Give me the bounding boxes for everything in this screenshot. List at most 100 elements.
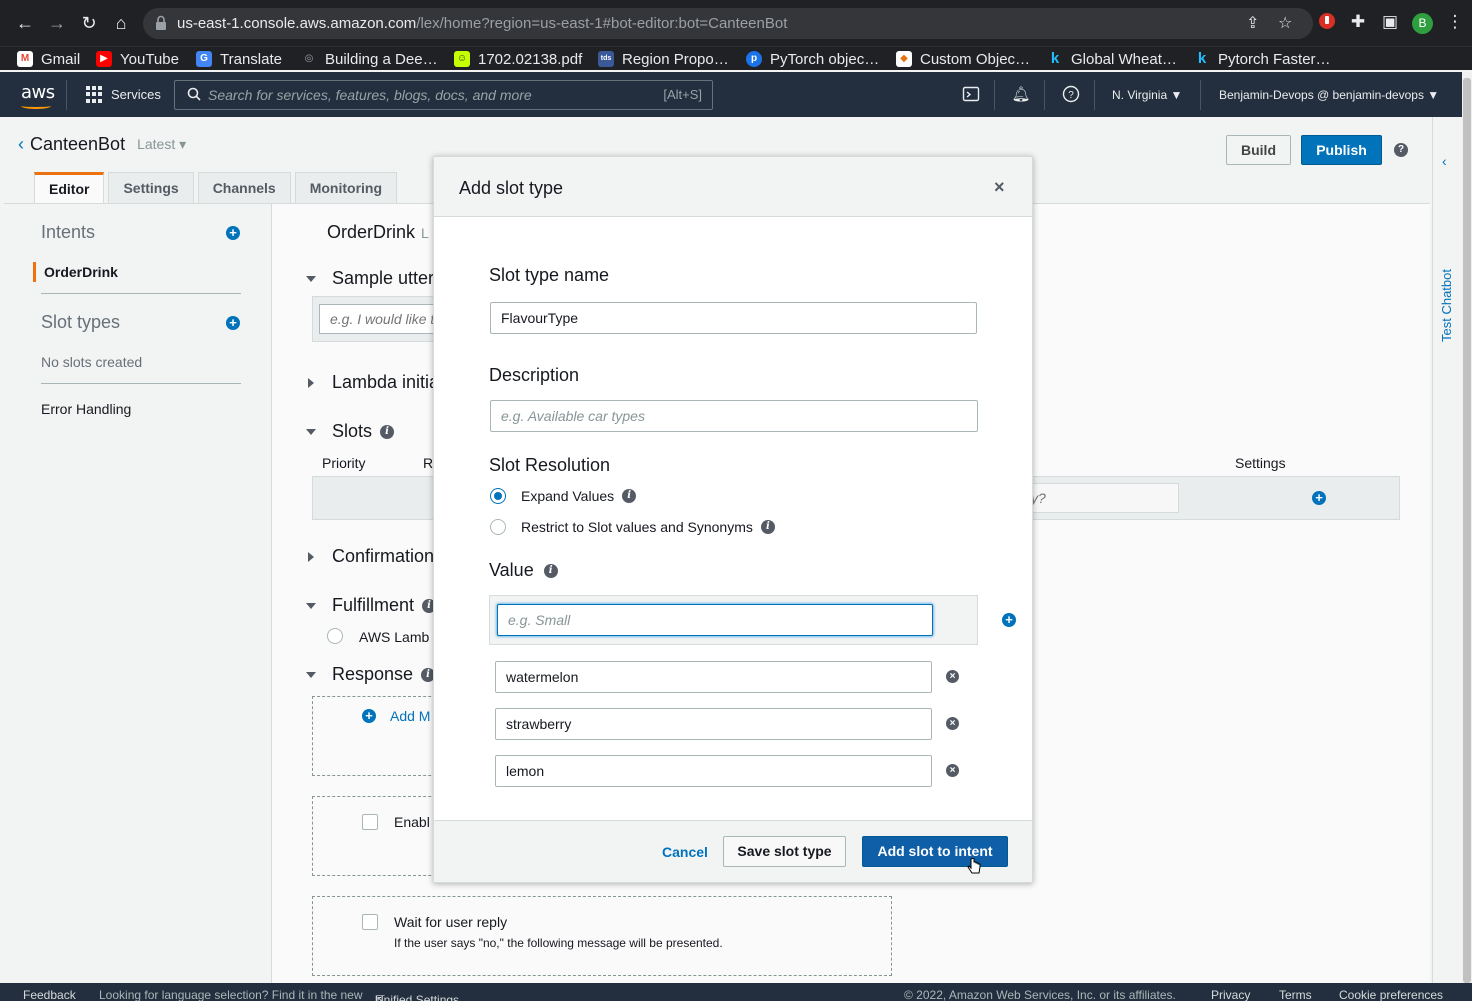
lock-icon [156,15,166,30]
home-icon[interactable]: ⌂ [109,11,133,35]
description-input[interactable] [490,400,978,432]
value-row[interactable]: lemon [495,755,932,787]
add-value-button[interactable]: + [1002,613,1016,627]
test-chatbot-label[interactable]: Test Chatbot [1439,262,1455,342]
url-text: us-east-1.console.aws.amazon.com/lex/hom… [177,15,787,32]
bookmark-pdf[interactable]: ☺ 1702.02138.pdf [454,49,582,69]
chevron-left-icon[interactable]: ‹ [1442,153,1447,169]
wait-reply-note: If the user says "no," the following mes… [394,936,723,950]
tab-settings[interactable]: Settings [108,172,194,204]
aws-lambda-radio[interactable] [327,628,343,644]
section-fulfillment[interactable]: Fulfillment i [306,595,437,616]
sidebar-item-error-handling[interactable]: Error Handling [41,401,131,417]
aws-logo[interactable]: aws [21,82,55,109]
account-label: Benjamin-Devops @ benjamin-devops [1219,88,1424,102]
add-message-link[interactable]: + Add M [362,708,430,724]
bookmark-building[interactable]: ◎ Building a Dee… [301,49,438,69]
value-row[interactable]: strawberry [495,708,932,740]
back-chevron-icon[interactable]: ‹ [18,134,24,155]
remove-value-icon[interactable]: × [946,717,959,730]
add-slot-type-icon[interactable]: + [226,316,240,330]
url-host: us-east-1.console.aws.amazon.com [177,15,417,32]
console-search[interactable]: [Alt+S] [174,80,713,110]
bookmark-faster[interactable]: k Pytorch Faster… [1194,49,1331,69]
caret-down-icon: ▼ [1427,88,1440,102]
bookmark-star-icon[interactable]: ☆ [1278,13,1292,33]
remove-value-icon[interactable]: × [946,670,959,683]
section-slots[interactable]: Slots i [306,421,395,442]
description-label: Description [489,365,580,385]
privacy-link[interactable]: Privacy [1211,988,1250,1001]
cancel-button[interactable]: Cancel [662,844,708,860]
cloudshell-icon[interactable] [961,85,981,105]
browser-menu-icon[interactable]: ⋮ [1445,12,1465,34]
extensions-puzzle-icon[interactable]: ✚ [1348,12,1368,34]
add-slot-icon[interactable]: + [1312,491,1326,505]
forward-icon[interactable]: → [45,11,69,35]
bell-icon[interactable]: 🔔︎ [1011,85,1031,105]
share-icon[interactable]: ⇪ [1246,13,1259,33]
version-select[interactable]: Latest ▾ [137,136,186,153]
search-input[interactable] [208,85,638,105]
test-chatbot-rail[interactable]: ‹ Test Chatbot [1432,117,1462,983]
enable-checkbox[interactable] [362,814,378,830]
expand-values-radio[interactable] [490,488,506,504]
build-button[interactable]: Build [1226,135,1291,165]
remove-value-icon[interactable]: × [946,764,959,777]
section-lambda[interactable]: Lambda initia [306,372,439,393]
reload-icon[interactable]: ↻ [77,11,101,35]
help-icon[interactable]: ? [1061,85,1081,105]
tab-channels[interactable]: Channels [197,172,291,204]
restrict-values-option[interactable]: Restrict to Slot values and Synonyms i [521,519,775,535]
tab-editor[interactable]: Editor [34,172,105,204]
slot-type-name-input[interactable] [490,302,977,334]
bookmark-region[interactable]: tds Region Propo… [598,49,729,69]
bookmark-translate[interactable]: G Translate [196,49,282,69]
add-intent-icon[interactable]: + [226,226,240,240]
info-icon[interactable]: i [622,489,637,503]
save-slot-type-button[interactable]: Save slot type [723,836,846,867]
info-icon[interactable]: i [760,520,775,534]
bookmark-gmail[interactable]: M Gmail [17,49,80,69]
feedback-link[interactable]: Feedback [23,988,76,1001]
cookie-preferences-link[interactable]: Cookie preferences [1339,988,1443,1001]
services-menu[interactable]: Services [86,86,161,103]
value-row[interactable]: watermelon [495,661,932,693]
section-sample-utterances[interactable]: Sample utter [306,268,434,289]
back-icon[interactable]: ← [13,11,37,35]
side-panel-icon[interactable]: ▣ [1380,12,1400,34]
caret-right-icon [308,377,314,388]
bookmark-custom[interactable]: ◆ Custom Objec… [896,49,1030,69]
caret-down-icon [306,671,316,678]
new-value-input[interactable] [497,604,933,636]
tds-icon: tds [598,51,614,67]
question-icon[interactable]: ? [1394,143,1408,157]
bookmark-label: PyTorch objec… [770,50,880,68]
close-icon[interactable]: × [994,177,1005,198]
bookmark-wheat[interactable]: k Global Wheat… [1047,49,1177,69]
info-icon[interactable]: i [543,563,558,578]
section-response[interactable]: Response i [306,664,436,685]
restrict-values-radio[interactable] [490,519,506,535]
info-icon[interactable]: i [380,424,395,439]
page-scrollbar[interactable] [1462,72,1472,983]
caret-right-icon [308,551,314,562]
profile-avatar[interactable]: B [1412,13,1433,34]
section-confirmation[interactable]: Confirmation [306,546,434,567]
wait-reply-checkbox[interactable] [362,914,378,930]
extension-block-icon[interactable] [1317,12,1337,34]
address-bar[interactable]: us-east-1.console.aws.amazon.com/lex/hom… [143,8,1313,39]
expand-values-option[interactable]: Expand Values i [521,488,637,504]
region-menu[interactable]: N. Virginia ▼ [1112,88,1182,102]
slot-prompt-input[interactable] [1013,483,1179,513]
account-menu[interactable]: Benjamin-Devops @ benjamin-devops ▼ [1219,88,1439,102]
add-slot-to-intent-button[interactable]: Add slot to intent [862,836,1008,867]
caret-down-icon [306,428,316,435]
bookmark-pytorch-obj[interactable]: p PyTorch objec… [746,49,879,69]
bookmark-youtube[interactable]: ▶ YouTube [96,49,179,69]
terms-link[interactable]: Terms [1279,988,1312,1001]
sidebar-item-orderdrink[interactable]: OrderDrink [33,262,118,282]
tab-monitoring[interactable]: Monitoring [294,172,398,204]
publish-button[interactable]: Publish [1301,135,1382,165]
col-settings: Settings [1235,455,1286,471]
